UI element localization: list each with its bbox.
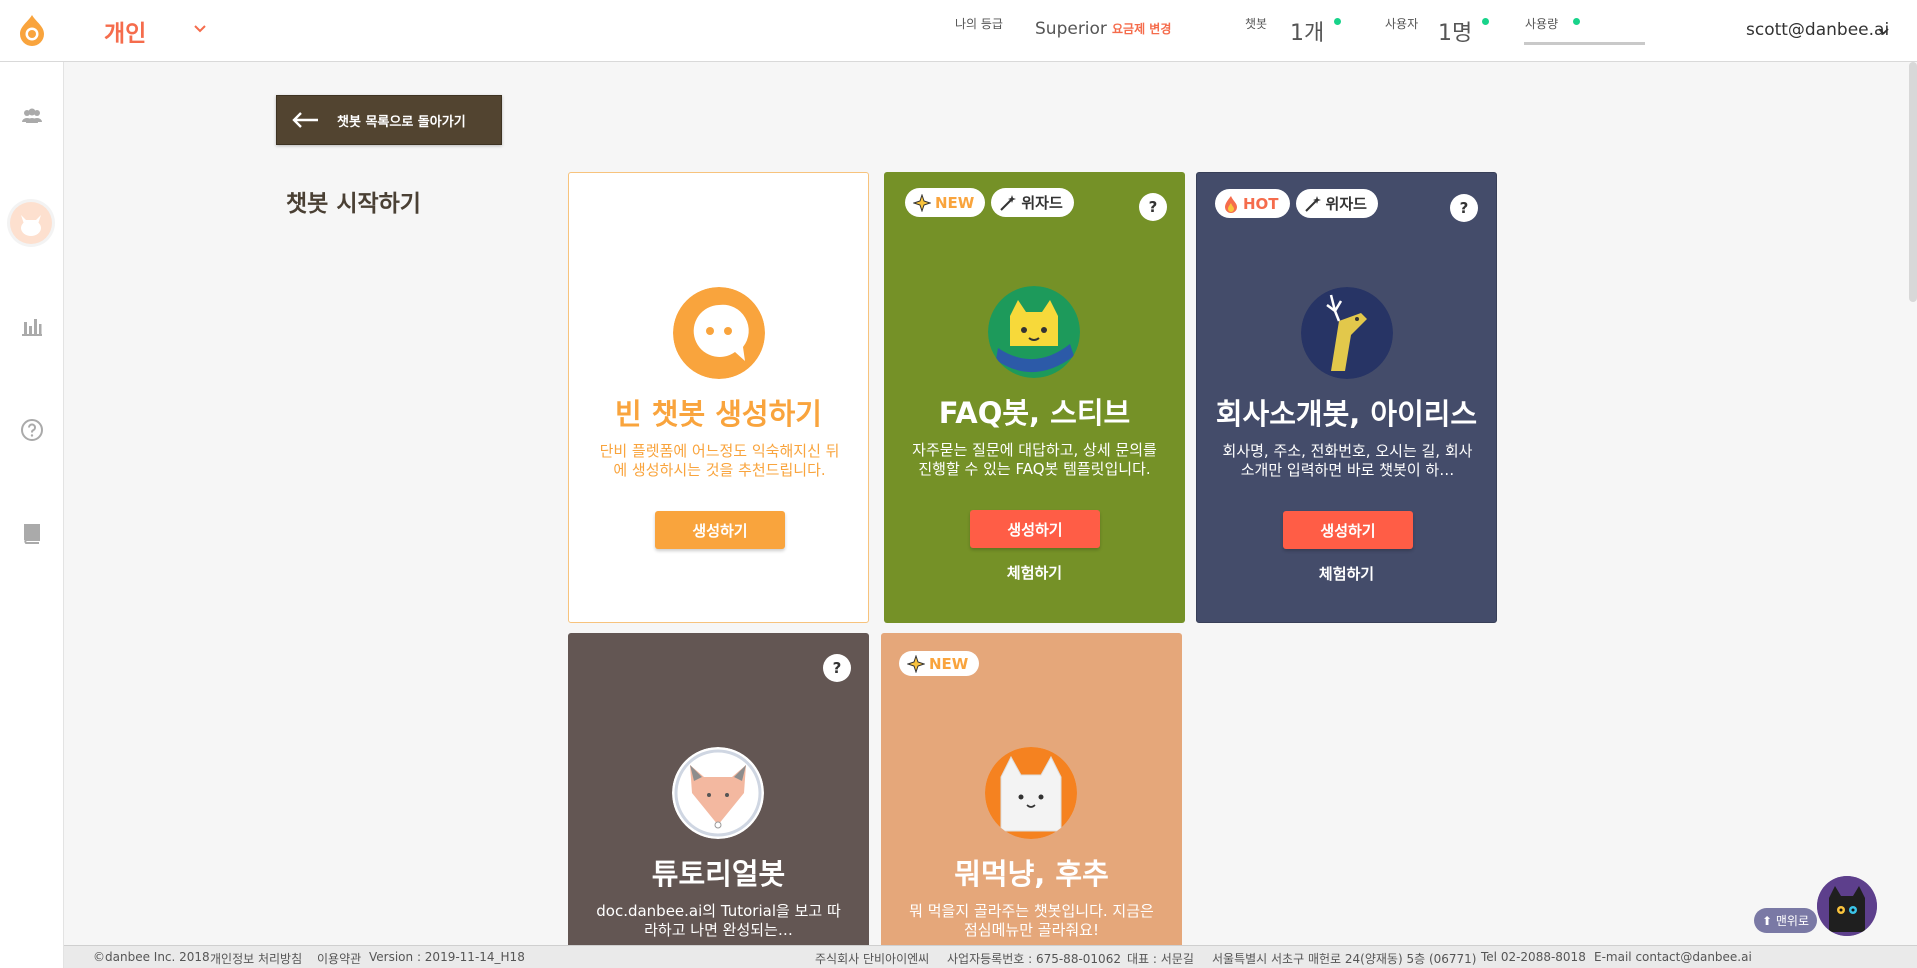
new-badge-label: NEW (929, 654, 969, 673)
tutorial-bot-card[interactable]: ? 튜토리얼봇 doc.danbee.ai의 Tutorial을 보고 따라하고… (568, 633, 869, 968)
create-button[interactable]: 생성하기 (970, 510, 1100, 548)
wizard-badge-label: 위자드 (1325, 195, 1367, 213)
left-sidebar (0, 62, 64, 968)
magic-wand-icon (1000, 194, 1017, 211)
create-button[interactable]: 생성하기 (1283, 511, 1413, 549)
usage-progress-bar (1524, 42, 1645, 45)
back-button-label: 챗봇 목록으로 돌아가기 (337, 114, 466, 130)
help-circle-icon[interactable] (20, 418, 44, 442)
create-button[interactable]: 생성하기 (655, 511, 785, 549)
card-title: FAQ봇, 스티브 (938, 396, 1131, 430)
footer-ceo: 대표 : 서문길 (1127, 952, 1194, 966)
new-badge: NEW (899, 651, 980, 676)
danbee-logo[interactable] (18, 14, 46, 46)
workspace-selector[interactable]: 개인 (104, 14, 146, 48)
chatbot-count-label: 챗봇 (1245, 17, 1268, 31)
fox-avatar-icon (672, 747, 764, 839)
chat-cat-icon[interactable] (1817, 876, 1877, 936)
users-status-dot (1482, 18, 1489, 25)
footer-terms-link[interactable]: 이용약관 (317, 950, 361, 967)
card-description: 뭐 먹을지 골라주는 챗봇입니다. 지금은 점심메뉴만 골라줘요! (909, 902, 1154, 939)
footer-biz-no: 사업자등록번호 : 675-88-01062 (947, 952, 1121, 966)
footer-company: 주식회사 단비아이엔씨 (815, 952, 930, 966)
grade-label: 나의 등급 (955, 17, 1003, 31)
cat-face-icon (21, 215, 41, 236)
hot-badge-label: HOT (1243, 194, 1279, 213)
new-badge: NEW (905, 188, 986, 217)
magic-wand-icon (1304, 195, 1321, 212)
card-title: 빈 챗봇 생성하기 (615, 397, 822, 431)
user-menu[interactable]: scott@danbee.ai (1746, 20, 1889, 40)
card-badges: NEW (899, 651, 980, 676)
footer-email: E-mail contact@danbee.ai (1594, 950, 1752, 964)
plan-name: Superior (1035, 19, 1107, 39)
help-icon[interactable]: ? (1450, 194, 1478, 222)
yellow-cat-avatar-icon (988, 286, 1080, 378)
wizard-badge: 위자드 (1295, 189, 1378, 218)
faq-bot-card[interactable]: NEW 위자드 ? FAQ봇, 스티브 자주묻는 질문에 대답하고, 상세 문의… (884, 172, 1185, 623)
card-title: 튜토리얼봇 (651, 857, 786, 891)
try-link[interactable]: 체험하기 (884, 562, 1185, 583)
usage-label: 사용량 (1525, 17, 1559, 31)
card-title: 회사소개봇, 아이리스 (1215, 397, 1478, 431)
footer-address: 서울특별시 서초구 매헌로 24(양재동) 5층 (06771) (1212, 952, 1477, 966)
card-description: 회사명, 주소, 전화번호, 오시는 길, 회사소개만 입력하면 바로 챗봇이 … (1222, 442, 1473, 479)
footer-tel: Tel 02-2088-8018 (1481, 950, 1586, 964)
page-scrollbar[interactable] (1909, 62, 1917, 302)
sparkle-icon (913, 193, 931, 212)
footer-copyright: ©danbee Inc. 2018 (93, 950, 210, 964)
wizard-badge: 위자드 (991, 188, 1074, 217)
top-header: 개인 나의 등급 Superior 요금제 변경 챗봇 1개 사용자 1명 사용… (0, 0, 1917, 62)
page-footer: ©danbee Inc. 2018 개인정보 처리방침 이용약관 Version… (64, 945, 1917, 968)
user-avatar[interactable] (10, 202, 52, 244)
chat-bubble-icon (673, 287, 765, 379)
card-description: 단비 플렛폼에 어느정도 익숙해지신 뒤에 생성하시는 것을 추천드립니다. (599, 442, 840, 479)
card-description: doc.danbee.ai의 Tutorial을 보고 따라하고 나면 완성되는… (596, 902, 841, 939)
white-cat-avatar-icon (985, 747, 1077, 839)
plan-change-link[interactable]: 요금제 변경 (1112, 20, 1171, 37)
hot-badge: HOT (1215, 189, 1290, 218)
chatbot-count-value: 1개 (1290, 21, 1325, 46)
bar-chart-icon[interactable] (20, 314, 44, 338)
try-link[interactable]: 체험하기 (1197, 563, 1496, 584)
card-description: 자주묻는 질문에 대답하고, 상세 문의를 진행할 수 있는 FAQ봇 템플릿입… (912, 441, 1157, 478)
card-badges: HOT 위자드 (1215, 189, 1378, 218)
blank-chatbot-card[interactable]: 빈 챗봇 생성하기 단비 플렛폼에 어느정도 익숙해지신 뒤에 생성하시는 것을… (568, 172, 869, 623)
arrow-left-icon (292, 112, 318, 128)
users-count-label: 사용자 (1385, 17, 1419, 31)
lunch-bot-card[interactable]: NEW 뭐먹냥, 후추 뭐 먹을지 골라주는 챗봇입니다. 지금은 점심메뉴만 … (881, 633, 1182, 968)
chevron-down-icon[interactable] (1877, 27, 1890, 36)
card-badges: NEW 위자드 (905, 188, 1074, 217)
deer-avatar-icon (1301, 287, 1393, 379)
help-icon[interactable]: ? (823, 654, 851, 682)
usage-status-dot (1573, 18, 1580, 25)
chatbot-status-dot (1334, 18, 1341, 25)
page-title: 챗봇 시작하기 (286, 191, 421, 217)
chevron-down-icon[interactable] (193, 24, 207, 34)
company-intro-bot-card[interactable]: HOT 위자드 ? 회사소개봇, 아이리스 회사명, 주소, 전화번호, 오시는… (1196, 172, 1497, 623)
help-icon[interactable]: ? (1139, 193, 1167, 221)
new-badge-label: NEW (935, 193, 975, 212)
users-count-value: 1명 (1438, 21, 1473, 46)
fire-icon (1225, 195, 1237, 213)
scroll-to-top-button[interactable]: ⬆ 맨위로 (1754, 908, 1817, 933)
back-to-chatbot-list-button[interactable]: 챗봇 목록으로 돌아가기 (276, 95, 502, 145)
footer-privacy-link[interactable]: 개인정보 처리방침 (210, 950, 302, 967)
wizard-badge-label: 위자드 (1021, 194, 1063, 212)
sparkle-icon (907, 654, 925, 673)
book-icon[interactable] (20, 522, 44, 546)
people-icon[interactable] (20, 104, 44, 128)
footer-version: Version : 2019-11-14_H18 (369, 950, 525, 964)
card-title: 뭐먹냥, 후추 (954, 857, 1109, 891)
